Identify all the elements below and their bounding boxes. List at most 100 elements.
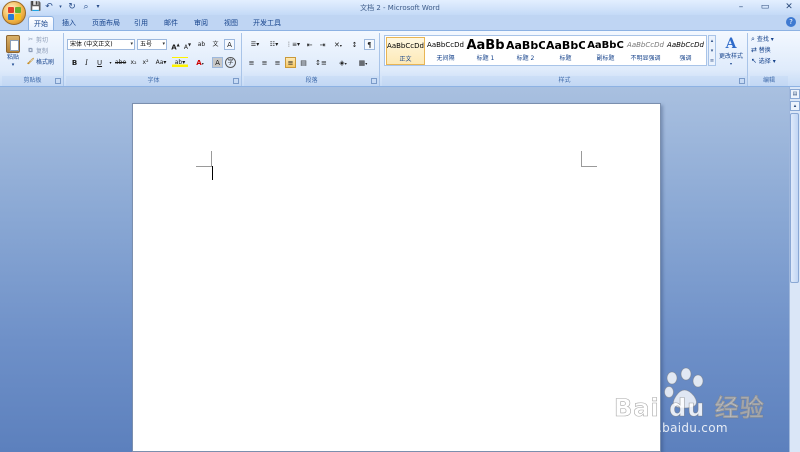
char-border-button[interactable]: A: [224, 39, 235, 50]
tab-developer[interactable]: 开发工具: [250, 16, 284, 30]
style-name: 不明显强调: [630, 55, 661, 62]
font-size-dropdown[interactable]: 五号 ▾: [137, 39, 167, 50]
show-marks-button[interactable]: ¶: [364, 39, 375, 50]
chevron-down-icon: ▾: [162, 41, 165, 47]
style-item[interactable]: AaBbC 副标题: [586, 37, 625, 65]
restore-button[interactable]: ▭: [758, 1, 772, 13]
clipboard-group-label: 剪贴板: [2, 76, 63, 86]
justify-button[interactable]: ≡: [285, 57, 296, 68]
scrollbar-thumb[interactable]: [790, 113, 799, 283]
paragraph-mark-icon: ¶: [367, 41, 372, 49]
multilevel-list-button[interactable]: ⋮≡▾: [284, 39, 302, 50]
tab-mailings[interactable]: 邮件: [160, 16, 182, 30]
paste-button[interactable]: 粘贴 ▾: [4, 35, 22, 71]
sort-button[interactable]: ↕: [349, 39, 360, 50]
italic-button[interactable]: I: [81, 57, 92, 68]
copy-button[interactable]: ⧉ 复制: [26, 46, 48, 57]
font-launcher-icon[interactable]: [233, 78, 239, 84]
chinese-layout-button[interactable]: ✕▾: [330, 39, 346, 50]
clipboard-launcher-icon[interactable]: [55, 78, 61, 84]
editing-group: ⌕ 查找 ▾ ⇄ 替换 ↖ 选择 ▾ 编辑: [750, 33, 788, 86]
align-right-button[interactable]: ≡: [272, 57, 283, 68]
change-case-button[interactable]: Aa▾: [154, 57, 168, 68]
cut-button[interactable]: ✂ 剪切: [26, 35, 48, 46]
underline-button[interactable]: U: [94, 57, 105, 68]
style-item[interactable]: AaBb 标题 1: [466, 37, 505, 65]
enclose-char-button[interactable]: 字: [225, 57, 236, 68]
scroll-up-icon[interactable]: ▴: [709, 36, 715, 46]
align-center-button[interactable]: ≡: [259, 57, 270, 68]
char-shading-button[interactable]: A: [212, 57, 223, 68]
help-icon[interactable]: ?: [786, 17, 796, 27]
bullets-button[interactable]: ☰▾: [246, 39, 264, 50]
font-name-dropdown[interactable]: 宋体 (中文正文) ▾: [67, 39, 135, 50]
crop-mark-top-right-v: [581, 151, 582, 167]
crop-mark-top-right-h: [581, 166, 597, 167]
ruler-toggle-icon[interactable]: ▤: [790, 89, 800, 99]
shading-button[interactable]: ◈▾: [334, 57, 352, 68]
style-item[interactable]: AaBbCcDd 无间隔: [426, 37, 465, 65]
paste-icon: [6, 35, 20, 53]
replace-label: 替换: [758, 47, 771, 54]
tab-home[interactable]: 开始: [28, 16, 54, 30]
format-painter-button[interactable]: 🖌 格式刷: [26, 57, 54, 68]
shrink-font-button[interactable]: A▼: [182, 39, 193, 51]
style-item[interactable]: AaBbCcDd 不明显强调: [626, 37, 665, 65]
line-spacing-button[interactable]: ↕≡: [312, 57, 330, 68]
style-sample: AaBbC: [506, 39, 545, 52]
style-item[interactable]: AaBbCcDd 正文: [386, 37, 425, 65]
close-button[interactable]: ✕: [782, 1, 796, 13]
style-item[interactable]: AaBbC 标题 2: [506, 37, 545, 65]
change-case-label: Aa: [155, 59, 164, 66]
styles-launcher-icon[interactable]: [739, 78, 745, 84]
justify-icon: ≡: [287, 59, 294, 67]
tab-insert[interactable]: 插入: [58, 16, 80, 30]
gallery-scroll[interactable]: ▴ ▾ ≡: [708, 35, 716, 66]
highlight-button[interactable]: ab▾: [172, 57, 188, 68]
strikethrough-button[interactable]: abe: [114, 57, 126, 68]
paragraph-launcher-icon[interactable]: [371, 78, 377, 84]
format-painter-label: 格式刷: [36, 59, 55, 66]
cursor-icon: ↖: [751, 57, 757, 65]
style-item[interactable]: AaBbC 标题: [546, 37, 585, 65]
replace-button[interactable]: ⇄ 替换: [751, 45, 771, 56]
scroll-up-arrow-icon[interactable]: ▴: [790, 101, 800, 111]
style-sample: AaBbCcDd: [387, 42, 424, 50]
select-button[interactable]: ↖ 选择 ▾: [751, 56, 776, 67]
numbering-button[interactable]: ☷▾: [265, 39, 283, 50]
find-label: 查找: [756, 36, 769, 43]
style-name: 无间隔: [436, 55, 455, 62]
tab-view[interactable]: 视图: [220, 16, 242, 30]
binoculars-icon: ⌕: [751, 35, 755, 43]
office-button[interactable]: [2, 1, 26, 25]
distributed-button[interactable]: ▤: [298, 57, 309, 68]
align-left-button[interactable]: ≡: [246, 57, 257, 68]
find-button[interactable]: ⌕ 查找 ▾: [751, 34, 774, 45]
change-styles-button[interactable]: A 更改样式 ▾: [716, 35, 746, 69]
tab-page-layout[interactable]: 页面布局: [88, 16, 124, 30]
clear-format-button[interactable]: ab: [196, 39, 207, 50]
watermark-brand: Bai du 经验: [614, 394, 765, 423]
styles-group: AaBbCcDd 正文 AaBbCcDd 无间隔 AaBb 标题 1 AaBbC 标题 2 Aa…: [382, 33, 748, 86]
subscript-button[interactable]: x₂: [128, 57, 139, 68]
scroll-down-icon[interactable]: ▾: [709, 46, 715, 56]
char-border-icon: A: [227, 41, 232, 49]
tab-review[interactable]: 审阅: [190, 16, 212, 30]
borders-button[interactable]: ▦▾: [354, 57, 372, 68]
grow-font-button[interactable]: A▲: [170, 39, 181, 51]
phonetic-guide-button[interactable]: 文: [210, 39, 221, 50]
gallery-more-icon[interactable]: ≡: [709, 56, 715, 66]
minimize-button[interactable]: –: [734, 1, 748, 13]
scissors-icon: ✂: [27, 36, 34, 43]
superscript-button[interactable]: x²: [140, 57, 151, 68]
font-color-button[interactable]: A▾: [192, 57, 208, 68]
decrease-indent-button[interactable]: ⇤: [304, 39, 315, 50]
highlight-icon: ab: [174, 59, 183, 66]
style-sample: AaBbCcDd: [627, 41, 664, 49]
style-name: 正文: [399, 56, 412, 63]
tab-references[interactable]: 引用: [130, 16, 152, 30]
style-item[interactable]: AaBbCcDd 强调: [666, 37, 705, 65]
increase-indent-button[interactable]: ⇥: [317, 39, 328, 50]
crop-mark-top-left-v: [211, 151, 212, 167]
bold-button[interactable]: B: [69, 57, 80, 68]
